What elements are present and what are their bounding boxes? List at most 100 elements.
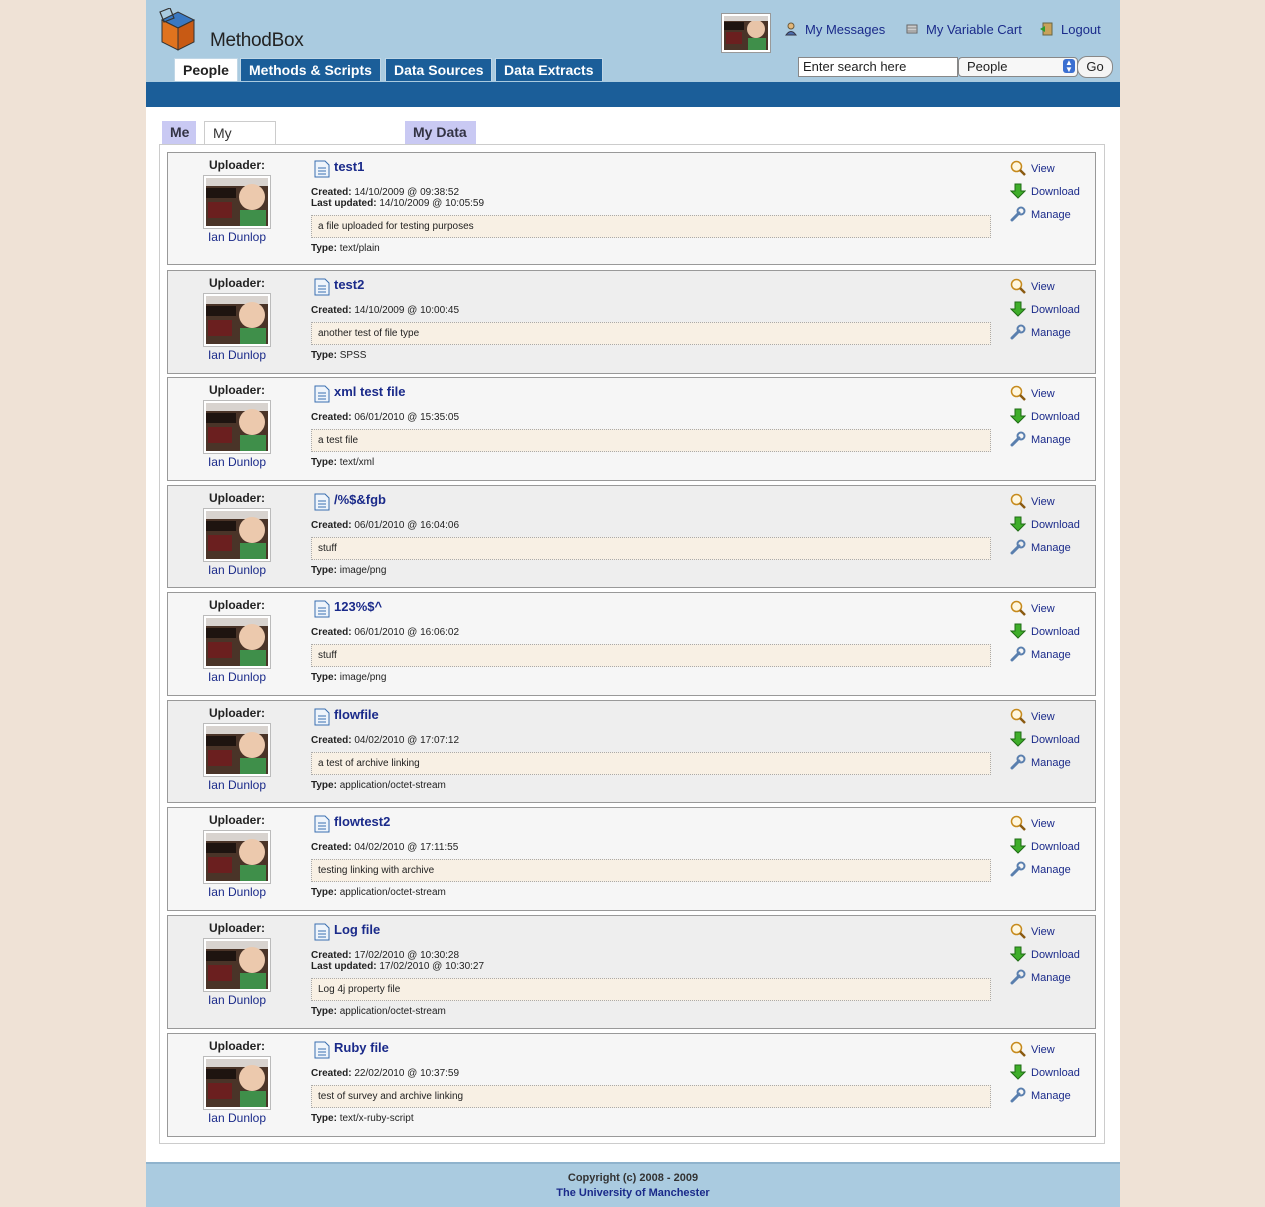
uploader-name[interactable]: Ian Dunlop [168,230,306,244]
method-title-link[interactable]: flowtest2 [334,814,390,829]
wrench-icon [1010,431,1026,447]
description-box: another test of file type [311,322,991,345]
method-title-link[interactable]: Log file [334,922,380,937]
uploader-label: Uploader: [208,383,265,397]
nav-tab-methods-scripts[interactable]: Methods & Scripts [240,58,381,81]
type-value: application/octet-stream [339,887,446,898]
download-link[interactable]: Download [1010,731,1080,747]
nav-tab-data-extracts[interactable]: Data Extracts [495,58,603,81]
uploader-name[interactable]: Ian Dunlop [168,455,306,469]
cube-logo-icon [159,8,196,51]
created-line: Created: 14/10/2009 @ 09:38:52 [311,187,459,198]
view-link[interactable]: View [1010,815,1055,831]
subtab-my-data-extracts[interactable]: My Data Extracts (166) [405,121,477,186]
go-button[interactable]: Go [1077,56,1113,78]
method-title-link[interactable]: test2 [334,277,364,292]
uploader-name[interactable]: Ian Dunlop [168,778,306,792]
nav-tab-people[interactable]: People [174,58,238,81]
header: MethodBox My Messages My Variable Cart L… [146,0,1120,82]
logout-door-icon [1040,22,1053,36]
uploader-name[interactable]: Ian Dunlop [168,348,306,362]
method-title-link[interactable]: flowfile [334,707,379,722]
download-link[interactable]: Download [1010,408,1080,424]
methodbox-logo[interactable]: MethodBox [158,8,304,54]
manage-link[interactable]: Manage [1010,969,1071,985]
university-link[interactable]: The University of Manchester [146,1187,1120,1199]
method-title-link[interactable]: 123%$^ [334,599,382,614]
view-link[interactable]: View [1010,600,1055,616]
download-link[interactable]: Download [1010,623,1080,639]
method-title-link[interactable]: Ruby file [334,1040,389,1055]
type-value: image/png [339,672,387,683]
uploader-avatar[interactable] [203,1056,271,1110]
method-title-link[interactable]: xml test file [334,384,406,399]
uploader-avatar[interactable] [203,723,271,777]
subtab-me[interactable]: Me [162,121,196,144]
search-input[interactable]: Enter search here [798,57,958,77]
uploader-name[interactable]: Ian Dunlop [168,885,306,899]
subtab-my-methods-scripts[interactable]: My Methods and Scripts (9) [204,121,276,233]
user-avatar[interactable] [721,13,771,53]
uploader-name[interactable]: Ian Dunlop [168,563,306,577]
uploader-avatar[interactable] [203,938,271,992]
magnifier-icon [1010,815,1026,831]
download-label: Download [1031,411,1080,423]
uploader-name[interactable]: Ian Dunlop [168,670,306,684]
logout-link[interactable]: Logout [1040,22,1101,37]
download-arrow-icon [1010,731,1026,747]
view-link[interactable]: View [1010,493,1055,509]
method-item: Uploader: Ian Dunlop 123%$^ Created: 06/… [167,592,1096,696]
uploader-avatar[interactable] [203,508,271,562]
manage-link[interactable]: Manage [1010,754,1071,770]
uploader-avatar[interactable] [203,615,271,669]
download-link[interactable]: Download [1010,183,1080,199]
my-variable-cart-link[interactable]: My Variable Cart [905,22,1022,37]
manage-link[interactable]: Manage [1010,431,1071,447]
uploader-avatar[interactable] [203,830,271,884]
manage-link[interactable]: Manage [1010,539,1071,555]
my-messages-link[interactable]: My Messages [784,22,885,37]
manage-link[interactable]: Manage [1010,646,1071,662]
wrench-icon [1010,324,1026,340]
view-label: View [1031,1044,1055,1056]
type-value: text/plain [339,243,380,254]
method-title-link[interactable]: /%$&fgb [334,492,386,507]
method-title-link[interactable]: test1 [334,159,364,174]
uploader-name[interactable]: Ian Dunlop [168,993,306,1007]
view-link[interactable]: View [1010,1041,1055,1057]
uploader-avatar[interactable] [203,175,271,229]
created-value: 14/10/2009 @ 10:00:45 [354,305,460,316]
download-link[interactable]: Download [1010,1064,1080,1080]
uploader-avatar[interactable] [203,400,271,454]
magnifier-icon [1010,708,1026,724]
uploader-label: Uploader: [208,158,265,172]
type-value: text/x-ruby-script [339,1113,414,1124]
download-link[interactable]: Download [1010,946,1080,962]
last-updated-value: 17/02/2010 @ 10:30:27 [379,961,485,972]
manage-link[interactable]: Manage [1010,324,1071,340]
uploader-label: Uploader: [208,1039,265,1053]
view-link[interactable]: View [1010,923,1055,939]
document-icon [314,278,330,296]
manage-link[interactable]: Manage [1010,861,1071,877]
uploader-label: Uploader: [208,598,265,612]
type-label: Type: [311,780,337,791]
download-link[interactable]: Download [1010,838,1080,854]
method-item: Uploader: Ian Dunlop Ruby file Created: … [167,1033,1096,1137]
search-type-select[interactable]: People ▲ ▼ [958,57,1078,77]
view-link[interactable]: View [1010,708,1055,724]
view-link[interactable]: View [1010,278,1055,294]
document-icon [314,708,330,726]
uploader-photo [206,941,268,989]
download-link[interactable]: Download [1010,301,1080,317]
view-link[interactable]: View [1010,385,1055,401]
nav-tab-data-sources[interactable]: Data Sources [385,58,493,81]
manage-link[interactable]: Manage [1010,206,1071,222]
manage-link[interactable]: Manage [1010,1087,1071,1103]
view-link[interactable]: View [1010,160,1055,176]
type-value: application/octet-stream [339,780,446,791]
download-link[interactable]: Download [1010,516,1080,532]
uploader-avatar[interactable] [203,293,271,347]
uploader-name[interactable]: Ian Dunlop [168,1111,306,1125]
method-item: Uploader: Ian Dunlop test2 Created: 14/1… [167,270,1096,374]
